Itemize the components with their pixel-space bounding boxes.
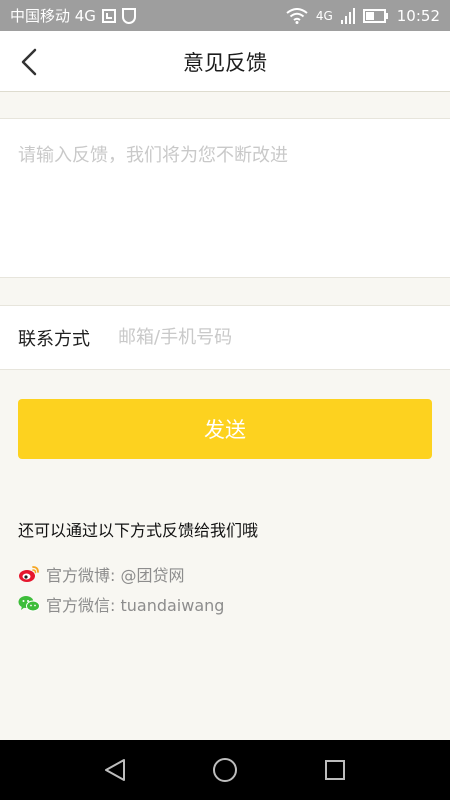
signal-icon (340, 7, 355, 24)
image-notification-icon (101, 8, 116, 23)
status-right: 4G 10:52 (286, 7, 440, 25)
contact-input[interactable] (118, 327, 432, 348)
nav-back-button[interactable] (100, 755, 130, 785)
weibo-text: 官方微博: @团贷网 (46, 566, 185, 585)
status-bar: 中国移动 4G 4G 10:52 (0, 0, 450, 31)
square-recents-icon (325, 760, 345, 780)
header: 意见反馈 (0, 31, 450, 92)
triangle-back-icon (105, 759, 125, 781)
carrier-text: 中国移动 4G (10, 7, 96, 25)
wechat-text: 官方微信: tuandaiwang (46, 596, 225, 615)
network-type-label: 4G (315, 8, 333, 23)
status-left: 中国移动 4G (10, 5, 136, 26)
battery-icon (362, 8, 389, 23)
clock-time: 10:52 (396, 6, 440, 25)
feedback-box (0, 118, 450, 278)
contact-row: 联系方式 (0, 305, 450, 370)
navigation-bar (0, 740, 450, 800)
nav-home-button[interactable] (210, 755, 240, 785)
wifi-icon (286, 7, 308, 24)
feedback-input[interactable] (0, 119, 450, 277)
wechat-channel: 官方微信: tuandaiwang (18, 592, 224, 616)
contact-label: 联系方式 (18, 328, 90, 350)
wechat-icon (18, 595, 40, 613)
other-channels-title: 还可以通过以下方式反馈给我们哦 (18, 521, 259, 540)
nav-recents-button[interactable] (320, 755, 350, 785)
page-title: 意见反馈 (183, 50, 267, 75)
send-button[interactable]: 发送 (18, 399, 432, 459)
circle-home-icon (213, 758, 237, 782)
shield-icon (121, 7, 136, 24)
weibo-channel: 官方微博: @团贷网 (18, 562, 184, 586)
weibo-icon (18, 565, 40, 583)
